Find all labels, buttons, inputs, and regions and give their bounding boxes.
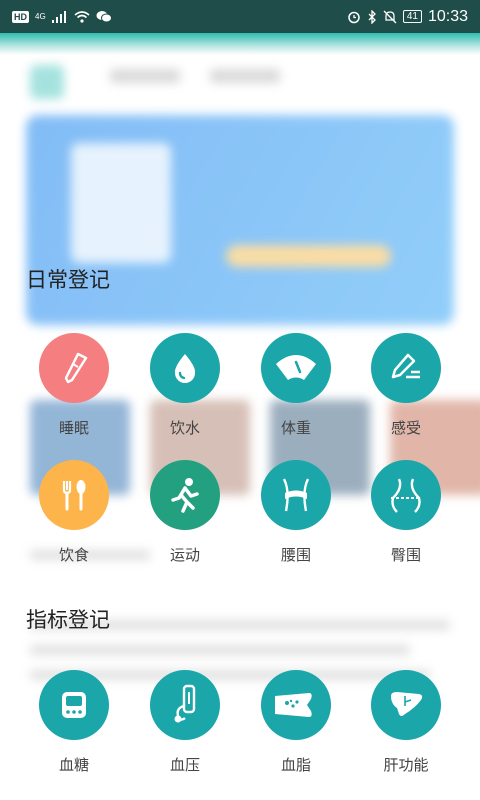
blood-vessel-icon bbox=[275, 693, 312, 717]
header-strip bbox=[0, 33, 480, 55]
clock: 10:33 bbox=[427, 7, 468, 25]
tile-label: 感受 bbox=[390, 419, 421, 437]
tile-diet[interactable]: 饮食 bbox=[19, 460, 129, 565]
tile-circle bbox=[371, 333, 441, 403]
pencil-icon bbox=[391, 353, 420, 379]
status-left: HD 4G bbox=[12, 10, 112, 23]
section-title-daily: 日常登记 bbox=[26, 268, 110, 292]
hip-icon bbox=[391, 478, 421, 513]
tile-circle bbox=[39, 670, 109, 740]
tile-blood-pressure[interactable]: 血压 bbox=[130, 670, 240, 775]
tile-sleep[interactable]: 睡眠 bbox=[19, 333, 129, 438]
tile-circle bbox=[150, 460, 220, 530]
tile-label: 腰围 bbox=[280, 546, 311, 564]
tile-circle bbox=[261, 333, 331, 403]
tile-label: 血糖 bbox=[58, 756, 89, 774]
tile-blood-lipid[interactable]: 血脂 bbox=[241, 670, 351, 775]
tile-hip[interactable]: 臀围 bbox=[351, 460, 461, 565]
tile-waist[interactable]: 腰围 bbox=[241, 460, 351, 565]
hd-badge: HD bbox=[12, 10, 29, 23]
tile-circle bbox=[150, 670, 220, 740]
tile-water[interactable]: 饮水 bbox=[130, 333, 240, 438]
wechat-icon bbox=[96, 11, 112, 23]
tile-circle bbox=[261, 670, 331, 740]
tile-label: 饮水 bbox=[169, 419, 200, 437]
bg-banner-button bbox=[226, 245, 391, 267]
alarm-icon bbox=[348, 11, 360, 23]
bluetooth-icon bbox=[368, 9, 376, 24]
tile-label: 肝功能 bbox=[383, 756, 429, 774]
tile-label: 体重 bbox=[280, 419, 311, 437]
thermometer-icon bbox=[64, 352, 88, 384]
section-title-indicators: 指标登记 bbox=[26, 608, 110, 632]
glucose-meter-icon bbox=[62, 692, 86, 718]
tile-circle bbox=[371, 460, 441, 530]
running-icon bbox=[171, 478, 199, 513]
status-right: 41 10:33 bbox=[347, 8, 468, 26]
bg-text bbox=[30, 645, 410, 655]
tile-weight[interactable]: 体重 bbox=[241, 333, 351, 438]
tile-label: 运动 bbox=[169, 546, 200, 564]
bg-nav-tab bbox=[210, 69, 280, 83]
signal-icon bbox=[51, 10, 66, 23]
network-type: 4G bbox=[35, 11, 46, 21]
status-bar: HD 4G 41 10:33 bbox=[0, 0, 480, 33]
tile-circle bbox=[39, 333, 109, 403]
tile-label: 饮食 bbox=[58, 546, 89, 564]
fork-spoon-icon bbox=[62, 480, 86, 511]
tile-feeling[interactable]: 感受 bbox=[351, 333, 461, 438]
blood-pressure-icon bbox=[174, 684, 196, 723]
tile-circle bbox=[150, 333, 220, 403]
liver-icon bbox=[391, 692, 423, 716]
tile-circle bbox=[371, 670, 441, 740]
tile-blood-glucose[interactable]: 血糖 bbox=[19, 670, 129, 775]
tile-label: 睡眠 bbox=[58, 419, 89, 437]
mute-bell-icon bbox=[383, 10, 397, 23]
tile-label: 血脂 bbox=[280, 756, 311, 774]
waist-icon bbox=[282, 478, 310, 512]
bg-banner-image bbox=[71, 143, 171, 263]
tile-label: 血压 bbox=[169, 756, 200, 774]
scale-icon bbox=[276, 355, 316, 380]
wifi-icon bbox=[74, 10, 90, 23]
tile-circle bbox=[39, 460, 109, 530]
tile-circle bbox=[261, 460, 331, 530]
bg-nav-tab bbox=[110, 69, 180, 83]
tile-label: 臀围 bbox=[390, 546, 421, 564]
battery-indicator: 41 bbox=[402, 10, 422, 23]
tile-exercise[interactable]: 运动 bbox=[130, 460, 240, 565]
bg-nav-icon bbox=[30, 65, 64, 99]
tile-liver-function[interactable]: 肝功能 bbox=[351, 670, 461, 775]
water-drop-icon bbox=[174, 354, 196, 383]
